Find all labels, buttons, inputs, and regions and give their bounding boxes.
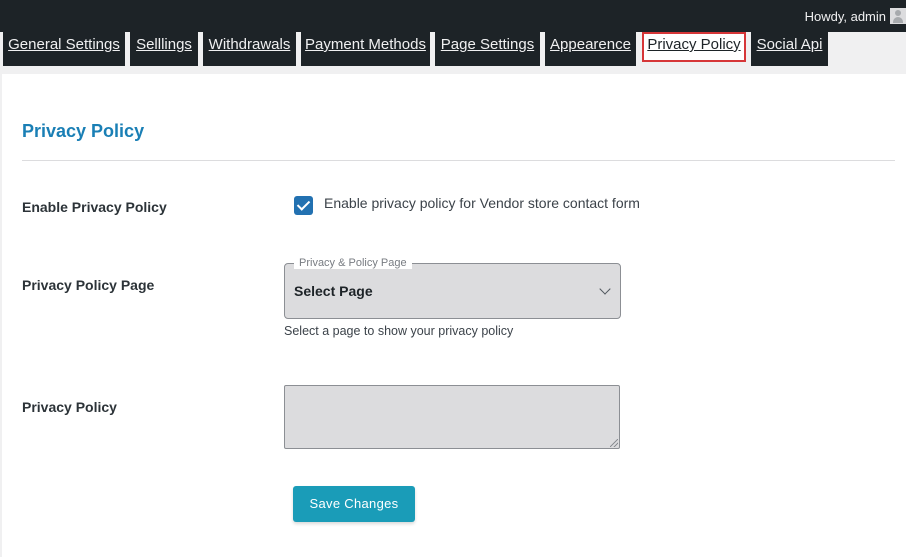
chevron-down-icon	[599, 283, 611, 295]
privacy-policy-page-select[interactable]: Select Page	[284, 263, 621, 319]
tab-general-settings[interactable]: General Settings	[3, 32, 125, 66]
privacy-policy-page-label: Privacy Policy Page	[22, 277, 155, 293]
select-floating-label: Privacy & Policy Page	[294, 257, 412, 269]
tab-sellings[interactable]: Selllings	[130, 32, 198, 66]
admin-bar: Howdy, admin	[0, 0, 906, 32]
tab-privacy-policy[interactable]: Privacy Policy	[642, 32, 746, 62]
tab-withdrawals[interactable]: Withdrawals	[203, 32, 296, 66]
enable-privacy-policy-checkbox[interactable]	[294, 196, 313, 215]
resize-handle-icon[interactable]	[610, 439, 618, 447]
select-value: Select Page	[294, 283, 373, 299]
enable-privacy-policy-label: Enable Privacy Policy	[22, 199, 167, 215]
tab-social-api[interactable]: Social Api	[751, 32, 828, 66]
tab-payment-methods[interactable]: Payment Methods	[301, 32, 430, 66]
settings-tabs: General Settings Selllings Withdrawals P…	[0, 32, 906, 68]
settings-panel: Privacy Policy Enable Privacy Policy Ena…	[2, 74, 906, 557]
howdy-greeting[interactable]: Howdy, admin	[805, 9, 886, 24]
privacy-policy-textarea[interactable]	[284, 385, 620, 449]
tab-appearence[interactable]: Appearence	[545, 32, 636, 66]
select-help-text: Select a page to show your privacy polic…	[284, 324, 514, 338]
save-changes-button[interactable]: Save Changes	[293, 486, 415, 522]
privacy-policy-text-label: Privacy Policy	[22, 399, 117, 415]
tab-page-settings[interactable]: Page Settings	[435, 32, 540, 66]
section-divider	[22, 160, 895, 161]
user-avatar-icon[interactable]	[890, 8, 906, 24]
section-title: Privacy Policy	[22, 121, 145, 141]
enable-privacy-policy-checkbox-label[interactable]: Enable privacy policy for Vendor store c…	[324, 195, 640, 211]
